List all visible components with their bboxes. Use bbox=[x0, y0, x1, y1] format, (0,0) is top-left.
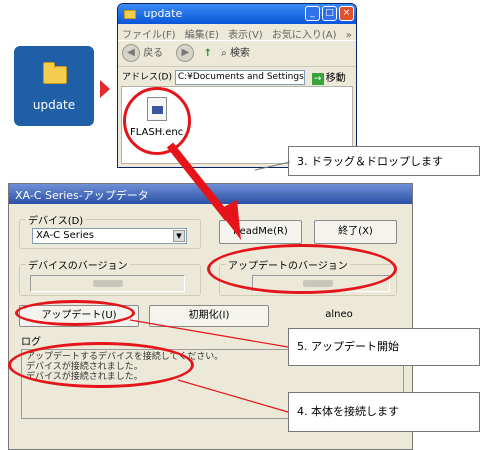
initialize-button[interactable]: 初期化(I) bbox=[149, 305, 269, 327]
device-group-label: デバイス(D) bbox=[26, 212, 86, 227]
desktop-folder-label: update bbox=[32, 98, 76, 112]
chevron-down-icon[interactable]: ▼ bbox=[173, 230, 185, 242]
search-icon[interactable]: ⌕ bbox=[221, 48, 227, 59]
device-version-label: デバイスのバージョン bbox=[26, 257, 130, 272]
explorer-titlebar: update _ □ × bbox=[118, 4, 356, 24]
menu-overflow[interactable]: » bbox=[346, 30, 352, 41]
device-version-field bbox=[30, 275, 185, 292]
explorer-title: update bbox=[143, 7, 183, 20]
device-select[interactable]: XA-C Series ▼ bbox=[32, 228, 187, 244]
highlight-ring-file bbox=[123, 87, 191, 155]
address-label: アドレス(D) bbox=[122, 72, 172, 83]
minimize-button[interactable]: _ bbox=[305, 6, 320, 21]
close-button[interactable]: × bbox=[339, 6, 354, 21]
search-label[interactable]: 検索 bbox=[230, 48, 250, 59]
highlight-ring-update-button bbox=[15, 300, 135, 326]
address-input[interactable]: C:¥Documents and Settings¥ bbox=[174, 69, 305, 85]
menu-view[interactable]: 表示(V) bbox=[228, 30, 263, 41]
brand-label: alneo bbox=[325, 309, 353, 320]
device-group: デバイス(D) XA-C Series ▼ bbox=[19, 212, 201, 249]
folder-icon bbox=[124, 9, 136, 19]
forward-arrow-icon[interactable]: ▶ bbox=[176, 44, 195, 62]
go-arrow-icon: → bbox=[311, 73, 324, 85]
callout-update-start: 5. アップデート開始 bbox=[288, 328, 480, 366]
updater-title: XA-C Series-アップデータ bbox=[9, 184, 412, 204]
arrow-right-icon bbox=[100, 80, 110, 98]
device-selected-value: XA-C Series bbox=[36, 230, 94, 241]
folder-icon bbox=[43, 62, 67, 84]
menu-edit[interactable]: 編集(E) bbox=[185, 30, 219, 41]
go-button[interactable]: → 移動 bbox=[311, 69, 346, 85]
callout-connect: 4. 本体を接続します bbox=[288, 392, 480, 432]
go-label: 移動 bbox=[325, 73, 346, 84]
callout-drag-drop: 3. ドラッグ＆ドロップします bbox=[288, 146, 480, 176]
explorer-addressbar: アドレス(D) C:¥Documents and Settings¥ → 移動 bbox=[118, 66, 356, 86]
explorer-menubar: ファイル(F) 編集(E) 表示(V) お気に入り(A) » bbox=[118, 24, 356, 41]
exit-button[interactable]: 終了(X) bbox=[314, 220, 397, 244]
blurred-value bbox=[93, 280, 123, 287]
back-label[interactable]: 戻る bbox=[143, 48, 163, 59]
log-label: ログ bbox=[21, 337, 41, 348]
device-version-group: デバイスのバージョン bbox=[19, 257, 201, 296]
desktop-update-folder[interactable]: update bbox=[14, 46, 94, 126]
readme-button[interactable]: ReadMe(R) bbox=[219, 220, 302, 244]
highlight-ring-update-version bbox=[207, 244, 397, 294]
menu-file[interactable]: ファイル(F) bbox=[122, 30, 176, 41]
explorer-toolbar: ◀ 戻る ▶ ↑ ⌕ 検索 bbox=[118, 40, 356, 66]
back-arrow-icon[interactable]: ◀ bbox=[122, 44, 140, 62]
up-folder-icon[interactable]: ↑ bbox=[204, 48, 212, 59]
menu-favorites[interactable]: お気に入り(A) bbox=[272, 30, 337, 41]
maximize-button[interactable]: □ bbox=[322, 6, 337, 21]
highlight-ring-log bbox=[8, 342, 194, 388]
